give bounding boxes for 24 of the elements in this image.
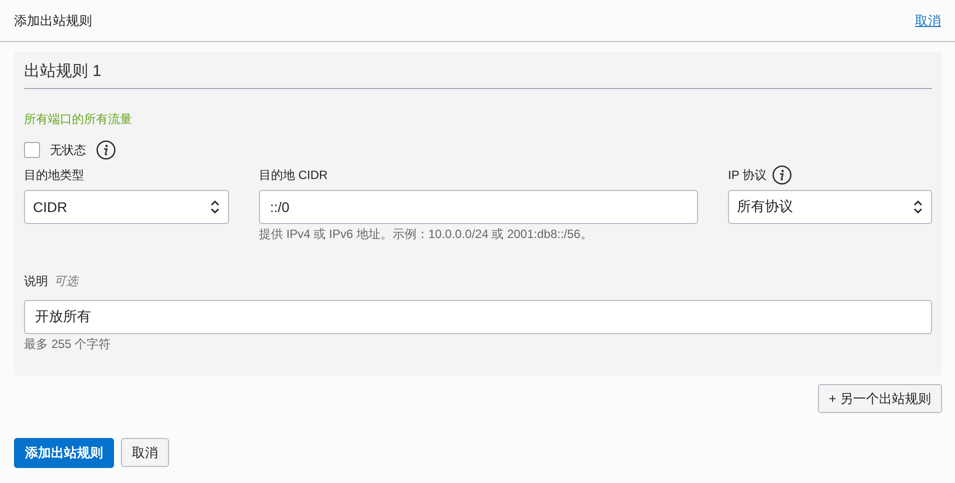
cancel-button[interactable]: 取消: [121, 438, 169, 467]
sort-caret-icon: [210, 199, 220, 215]
rule-title: 出站规则 1: [24, 58, 932, 89]
stateless-checkbox[interactable]: [24, 142, 40, 158]
cancel-link[interactable]: 取消: [915, 12, 941, 30]
add-rule-button[interactable]: + 另一个出站规则: [818, 384, 942, 413]
info-icon[interactable]: [96, 140, 116, 160]
help-text: 提供 IPv4 或 IPv6 地址。示例：10.0.0.0/24 或 2001:db8::/56。: [259, 226, 594, 243]
stateless-label: 无状态: [50, 142, 86, 158]
field-label: IP 协议: [728, 166, 766, 184]
field-label: 目的地 CIDR: [259, 166, 328, 184]
dialog-title: 添加出站规则: [14, 12, 92, 30]
field-label: 目的地类型: [24, 166, 84, 184]
field-label: 说明: [24, 273, 48, 290]
protocol-select[interactable]: 所有协议: [728, 190, 932, 224]
cidr-input-field[interactable]: ::/0: [259, 190, 698, 224]
info-icon[interactable]: [772, 165, 792, 185]
description-input-field[interactable]: 开放所有: [24, 300, 932, 334]
hint-text: 最多 255 个字符: [24, 336, 112, 353]
rule-summary: 所有端口的所有流量: [24, 111, 133, 128]
submit-button[interactable]: 添加出站规则: [14, 438, 114, 468]
sort-caret-icon: [913, 199, 923, 215]
optional-label: 可选: [54, 273, 78, 290]
destination-type-select[interactable]: CIDR: [24, 190, 229, 224]
